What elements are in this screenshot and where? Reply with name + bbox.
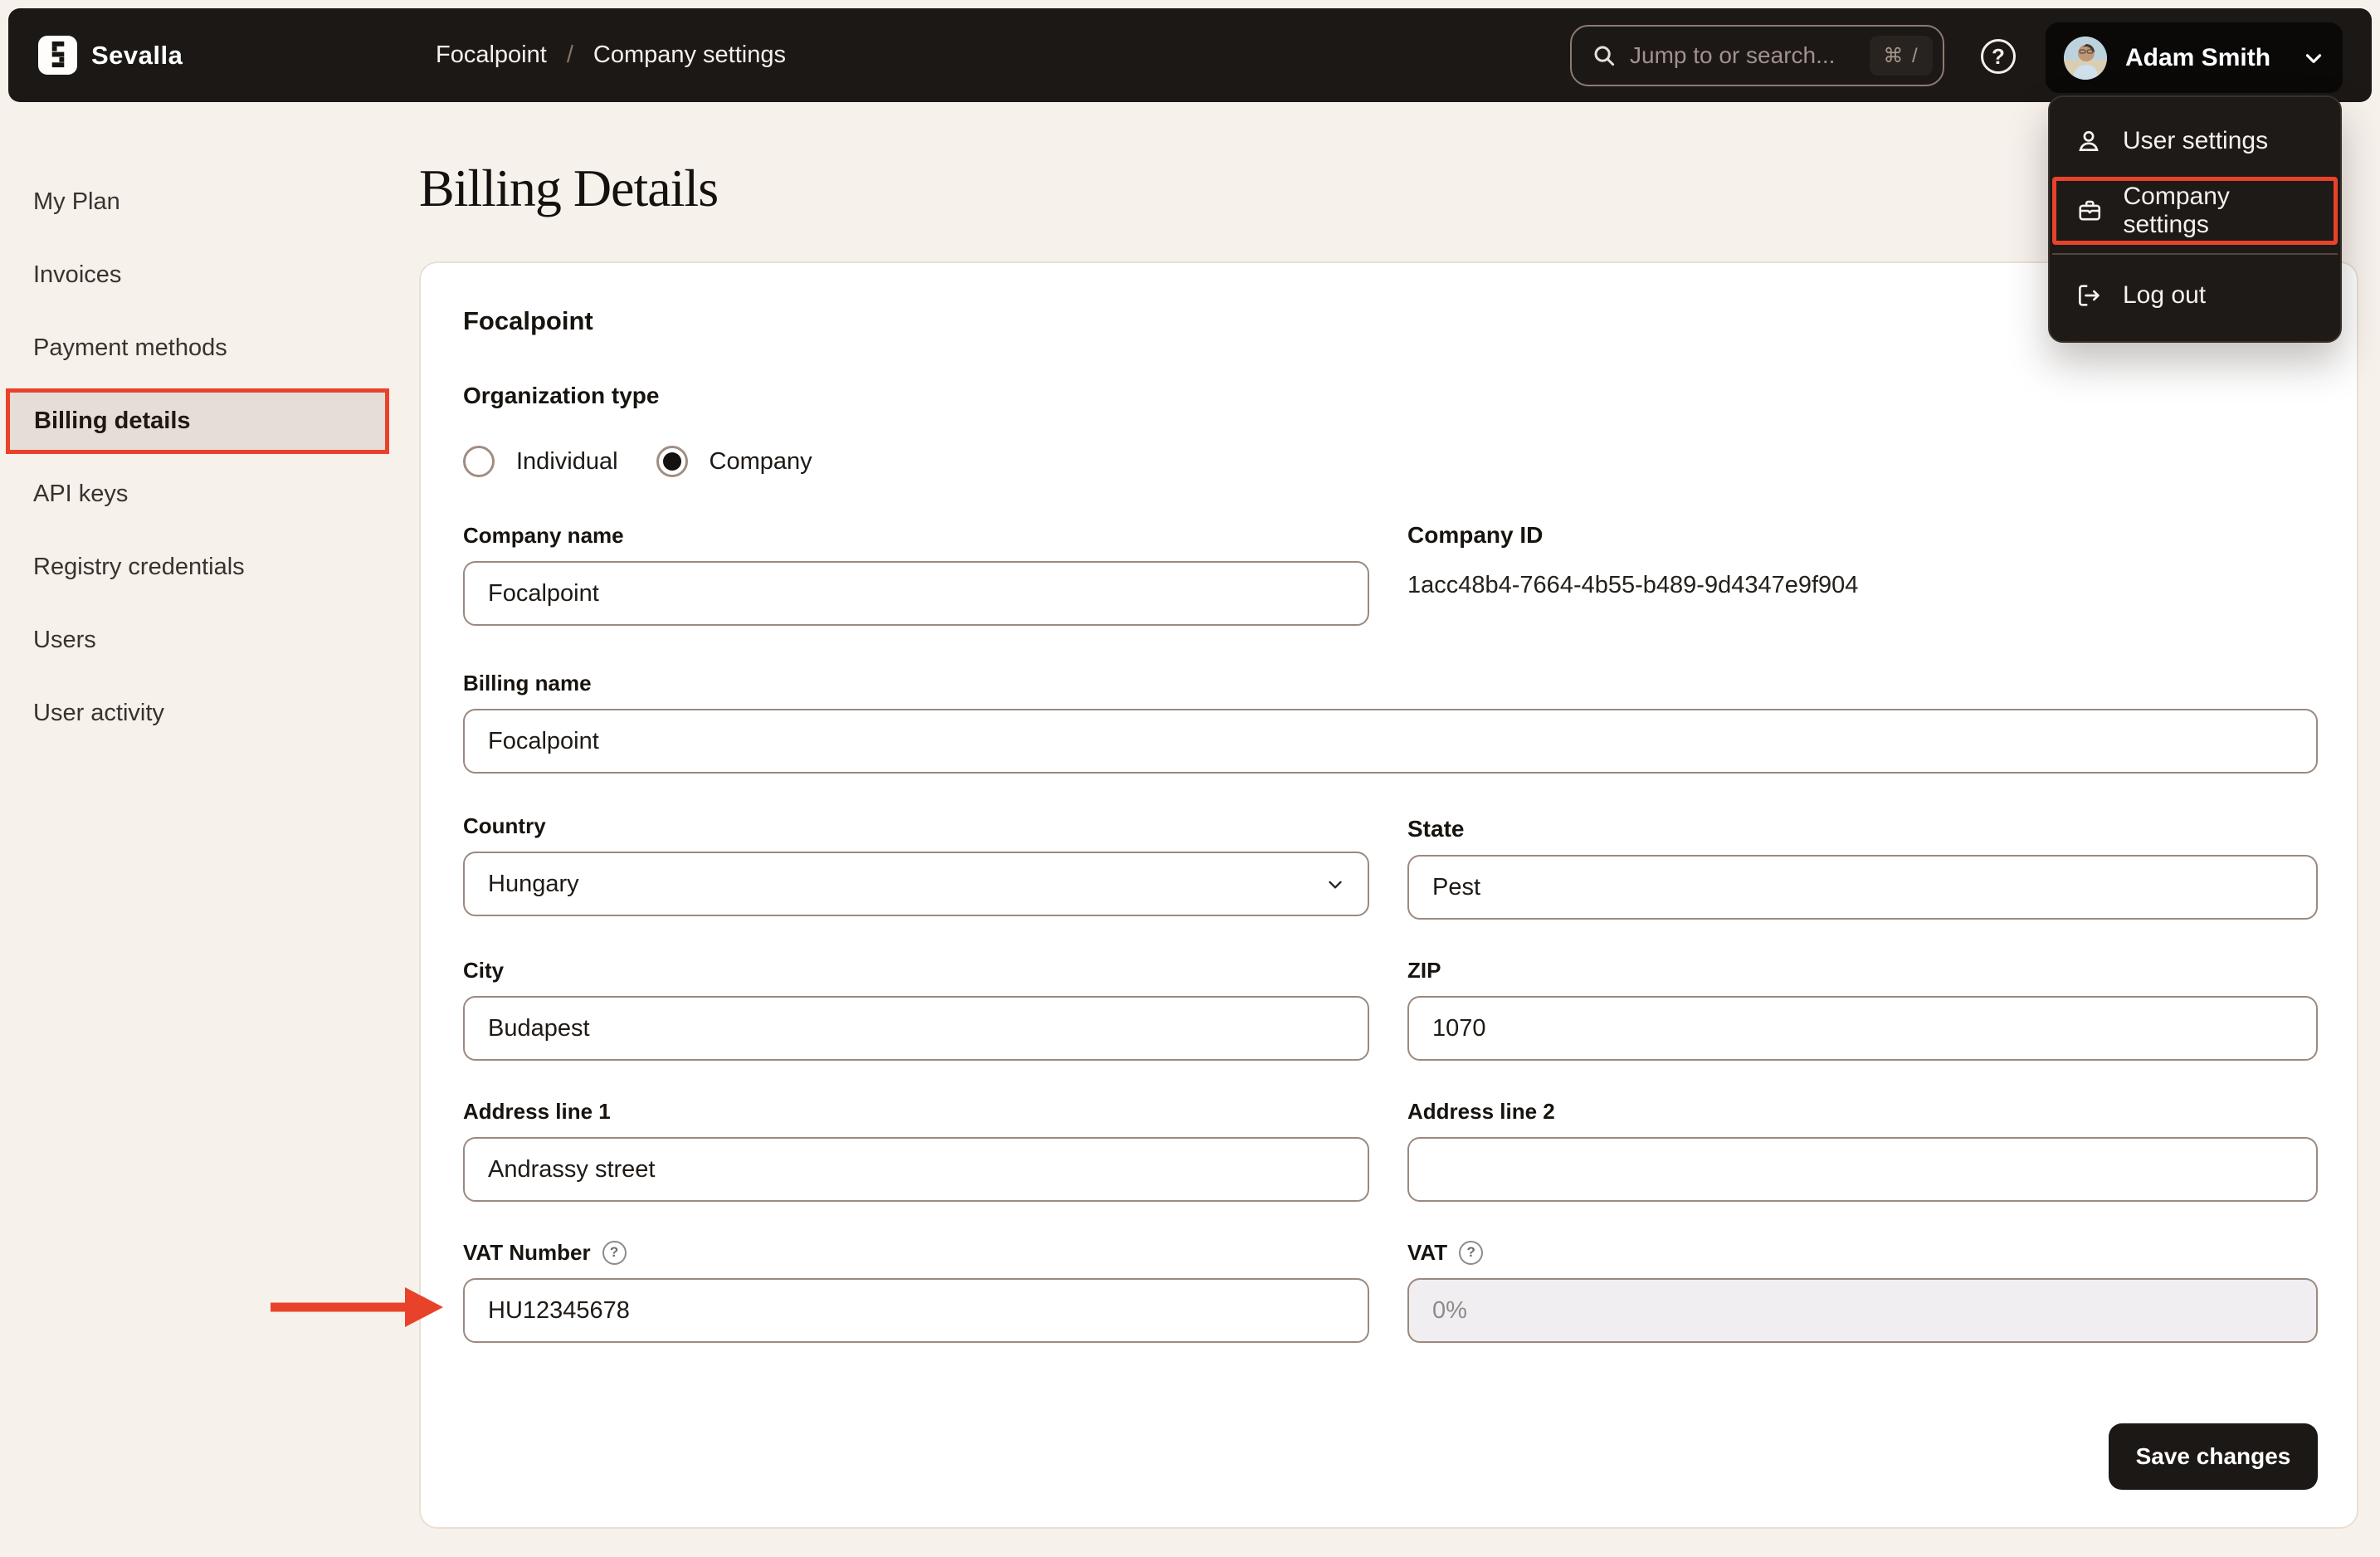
zip-group: ZIP (1407, 957, 2318, 1061)
address-line-2-group: Address line 2 (1407, 1098, 2318, 1202)
company-id-group: Company ID 1acc48b4-7664-4b55-b489-9d434… (1407, 522, 2318, 599)
vat-number-label: VAT Number ? (463, 1239, 1369, 1266)
sidebar-item-users[interactable]: Users (33, 623, 96, 656)
avatar (2064, 36, 2107, 80)
question-circle-icon[interactable]: ? (602, 1240, 627, 1265)
topbar: Sevalla Focalpoint / Company settings Ju… (8, 8, 2372, 102)
menu-item-log-out[interactable]: Log out (2050, 263, 2340, 328)
sidebar-item-my-plan[interactable]: My Plan (33, 185, 120, 218)
zip-label: ZIP (1407, 957, 1441, 983)
sidebar-item-billing-details[interactable]: Billing details (6, 388, 389, 454)
card-title: Focalpoint (463, 306, 593, 335)
user-name: Adam Smith (2125, 43, 2271, 71)
address-line-2-label: Address line 2 (1407, 1098, 1555, 1124)
menu-item-label: User settings (2123, 127, 2269, 154)
radio-checked-icon (656, 446, 688, 477)
address-line-2-input[interactable] (1407, 1137, 2318, 1202)
city-label: City (463, 957, 505, 983)
brand-name: Sevalla (91, 40, 183, 70)
zip-input[interactable] (1407, 996, 2318, 1061)
organization-type-label: Organization type (463, 383, 660, 408)
city-group: City (463, 957, 1369, 1061)
company-name-input[interactable] (463, 561, 1369, 626)
menu-item-user-settings[interactable]: User settings (2050, 109, 2340, 173)
search-icon (1594, 46, 1615, 66)
briefcase-icon (2079, 200, 2101, 221)
vat-label-text: VAT (1407, 1239, 1448, 1265)
question-circle-icon[interactable]: ? (1459, 1240, 1484, 1265)
state-input[interactable] (1407, 855, 2318, 920)
radio-label: Individual (516, 447, 618, 475)
sidebar-item-invoices[interactable]: Invoices (33, 258, 121, 291)
vat-input (1407, 1278, 2318, 1343)
vat-group: VAT ? (1407, 1239, 2318, 1343)
search-input[interactable]: Jump to or search... ⌘ / (1570, 25, 1944, 86)
country-group: Country Hungary (463, 813, 1369, 916)
breadcrumb: Focalpoint / Company settings (436, 8, 786, 102)
country-label: Country (463, 813, 546, 838)
save-changes-button[interactable]: Save changes (2109, 1423, 2318, 1490)
radio-option-company[interactable]: Company (656, 446, 812, 477)
menu-divider (2052, 253, 2338, 255)
chevron-down-icon (1329, 881, 1342, 889)
billing-name-label: Billing name (463, 670, 592, 696)
organization-type-radio-group: Individual Company (463, 444, 812, 479)
breadcrumb-page[interactable]: Company settings (593, 41, 786, 69)
state-label: State (1407, 816, 1465, 842)
billing-name-group: Billing name (463, 670, 2318, 774)
state-group: State (1407, 816, 2318, 920)
address-line-1-input[interactable] (463, 1137, 1369, 1202)
breadcrumb-org[interactable]: Focalpoint (436, 41, 547, 69)
chevron-down-icon (2305, 53, 2322, 63)
billing-details-card: Focalpoint Organization type Individual … (419, 261, 2358, 1529)
user-icon (2079, 130, 2099, 151)
sidebar-item-api-keys[interactable]: API keys (33, 477, 128, 510)
logout-icon (2079, 285, 2100, 306)
sevalla-logo-icon[interactable] (38, 36, 77, 75)
company-name-label: Company name (463, 522, 624, 548)
user-dropdown-menu: User settings Company settings Log out (2048, 95, 2342, 343)
country-select[interactable]: Hungary (463, 852, 1369, 916)
search-placeholder: Jump to or search... (1630, 42, 1836, 68)
vat-label: VAT ? (1407, 1239, 2318, 1266)
sidebar-item-user-activity[interactable]: User activity (33, 696, 164, 730)
radio-unchecked-icon (463, 446, 495, 477)
annotation-box-company-settings: Company settings (2052, 177, 2338, 245)
user-menu-button[interactable]: Adam Smith (2046, 22, 2343, 93)
vat-number-group: VAT Number ? (463, 1239, 1369, 1343)
vat-number-input[interactable] (463, 1278, 1369, 1343)
company-id-label: Company ID (1407, 522, 1544, 548)
sidebar-item-payment-methods[interactable]: Payment methods (33, 331, 227, 364)
menu-item-label: Log out (2123, 281, 2207, 309)
city-input[interactable] (463, 996, 1369, 1061)
annotation-arrow (271, 1287, 443, 1327)
page-title: Billing Details (419, 159, 719, 217)
company-id-value: 1acc48b4-7664-4b55-b489-9d4347e9f904 (1407, 572, 1859, 598)
address-line-1-label: Address line 1 (463, 1098, 611, 1124)
radio-label: Company (709, 447, 812, 475)
company-name-group: Company name (463, 522, 1369, 626)
vat-number-label-text: VAT Number (463, 1239, 591, 1265)
country-selected-value: Hungary (488, 870, 579, 897)
breadcrumb-separator: / (566, 41, 573, 68)
radio-option-individual[interactable]: Individual (463, 446, 618, 477)
sidebar-item-registry-credentials[interactable]: Registry credentials (33, 550, 245, 583)
search-shortcut-badge: ⌘ / (1870, 36, 1933, 76)
address-line-1-group: Address line 1 (463, 1098, 1369, 1202)
menu-item-company-settings[interactable]: Company settings (2056, 181, 2334, 241)
billing-name-input[interactable] (463, 709, 2318, 774)
menu-item-label: Company settings (2123, 183, 2230, 238)
help-icon[interactable]: ? (1981, 39, 2016, 74)
sevalla-logo-glyph (51, 41, 64, 67)
